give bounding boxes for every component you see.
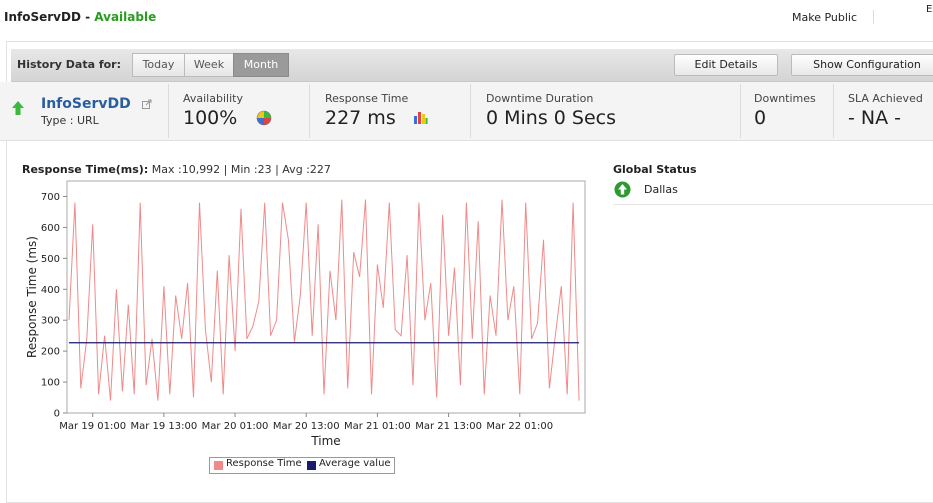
tab-month[interactable]: Month bbox=[233, 53, 289, 77]
sla-value: - NA - bbox=[848, 107, 902, 129]
x-tick-label: Mar 19 01:00 bbox=[59, 421, 126, 432]
x-tick-label: Mar 22 01:00 bbox=[486, 421, 553, 432]
tab-today[interactable]: Today bbox=[132, 53, 185, 77]
legend-response-time: Response Time bbox=[226, 458, 302, 469]
y-tick-label: 700 bbox=[41, 192, 60, 203]
summary-divider bbox=[470, 84, 471, 138]
history-label: History Data for: bbox=[17, 58, 121, 71]
y-tick-label: 100 bbox=[41, 378, 60, 389]
location-dallas[interactable]: Dallas bbox=[644, 183, 678, 196]
tab-week[interactable]: Week bbox=[184, 53, 234, 77]
show-configuration-button[interactable]: Show Configuration bbox=[791, 54, 933, 76]
plot-area bbox=[66, 180, 586, 414]
global-status-title: Global Status bbox=[613, 163, 697, 176]
response-time-chart: 0 100 200 300 400 500 600 700 Mar 19 01:00 Mar 1… bbox=[25, 180, 586, 448]
downtime-duration-label: Downtime Duration bbox=[486, 92, 594, 105]
y-axis-label: Response Time (ms) bbox=[25, 236, 39, 358]
monitor-title: InfoServDD - Available bbox=[4, 10, 156, 24]
monitor-link[interactable]: InfoServDD bbox=[41, 96, 131, 112]
up-arrow-icon bbox=[12, 101, 24, 115]
x-tick-label: Mar 19 13:00 bbox=[130, 421, 197, 432]
edit-details-button[interactable]: Edit Details bbox=[674, 54, 778, 76]
make-public-link[interactable]: Make Public bbox=[792, 11, 857, 24]
downtime-duration-value: 0 Mins 0 Secs bbox=[486, 107, 617, 129]
pie-chart-icon[interactable] bbox=[256, 110, 272, 126]
summary-divider bbox=[309, 84, 310, 138]
y-tick-label: 500 bbox=[41, 254, 60, 265]
x-tick-label: Mar 21 01:00 bbox=[344, 421, 411, 432]
global-status-divider bbox=[613, 204, 933, 205]
availability-value: 100% bbox=[183, 107, 238, 129]
downtimes-label: Downtimes bbox=[754, 92, 816, 105]
sla-label: SLA Achieved bbox=[848, 92, 923, 105]
summary-divider bbox=[168, 84, 169, 138]
external-link-icon[interactable] bbox=[142, 99, 152, 109]
summary-divider bbox=[740, 84, 741, 138]
response-time-value: 227 ms bbox=[325, 107, 396, 129]
legend-swatch-average bbox=[307, 461, 316, 470]
header-divider bbox=[873, 10, 874, 24]
monitor-name: InfoServDD bbox=[4, 10, 81, 24]
response-time-label: Response Time bbox=[325, 92, 409, 105]
summary-strip bbox=[0, 82, 933, 141]
y-tick-label: 200 bbox=[41, 347, 60, 358]
up-status-icon bbox=[614, 181, 631, 198]
y-tick-label: 0 bbox=[54, 409, 60, 420]
corner-menu-label[interactable]: E bbox=[926, 4, 932, 15]
downtimes-value: 0 bbox=[754, 107, 767, 129]
y-tick-label: 600 bbox=[41, 223, 60, 234]
x-tick-label: Mar 21 13:00 bbox=[415, 421, 482, 432]
x-tick-label: Mar 20 13:00 bbox=[273, 421, 340, 432]
y-tick-label: 300 bbox=[41, 316, 60, 327]
legend-average-value: Average value bbox=[319, 458, 391, 469]
x-axis-label: Time bbox=[310, 434, 340, 448]
monitor-status: Available bbox=[94, 10, 157, 24]
title-separator: - bbox=[85, 10, 91, 24]
y-tick-label: 400 bbox=[41, 285, 60, 296]
monitor-type: Type : URL bbox=[41, 114, 99, 127]
bar-chart-icon[interactable] bbox=[413, 110, 428, 124]
legend-swatch-response-time bbox=[214, 461, 223, 470]
availability-label: Availability bbox=[183, 92, 243, 105]
x-tick-label: Mar 20 01:00 bbox=[202, 421, 269, 432]
summary-divider bbox=[833, 84, 834, 138]
